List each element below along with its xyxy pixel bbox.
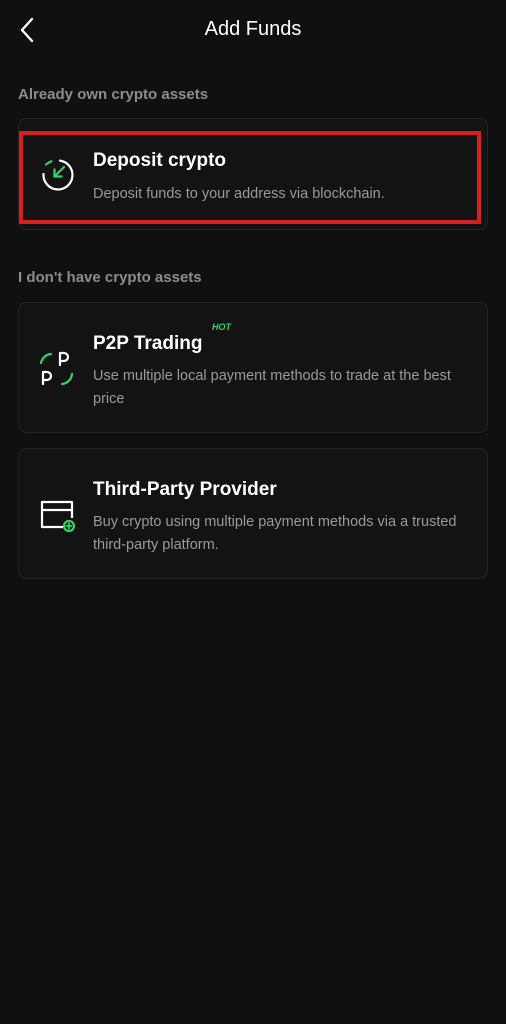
option-title: Deposit crypto [93, 150, 227, 171]
section-label-no-crypto: I don't have crypto assets [18, 269, 202, 286]
section-label-own-crypto: Already own crypto assets [18, 86, 209, 103]
deposit-arrow-circle-icon [42, 159, 74, 191]
hot-badge: HOT [212, 322, 231, 332]
p2p-icon [39, 351, 74, 386]
option-description: Deposit funds to your address via blockc… [93, 186, 385, 202]
card-plus-icon [40, 500, 75, 533]
third-party-provider-option[interactable]: Third-Party Provider Buy crypto using mu… [18, 448, 488, 579]
option-description: Buy crypto using multiple payment method… [93, 514, 457, 553]
option-title: P2P Trading [93, 333, 203, 354]
option-title: Third-Party Provider [93, 479, 277, 500]
header: Add Funds [0, 0, 506, 62]
deposit-crypto-option[interactable]: Deposit crypto Deposit funds to your add… [18, 118, 488, 230]
option-description: Use multiple local payment methods to tr… [93, 368, 451, 407]
page-title: Add Funds [204, 18, 302, 40]
p2p-trading-option[interactable]: P2P Trading Use multiple local payment m… [18, 302, 488, 433]
